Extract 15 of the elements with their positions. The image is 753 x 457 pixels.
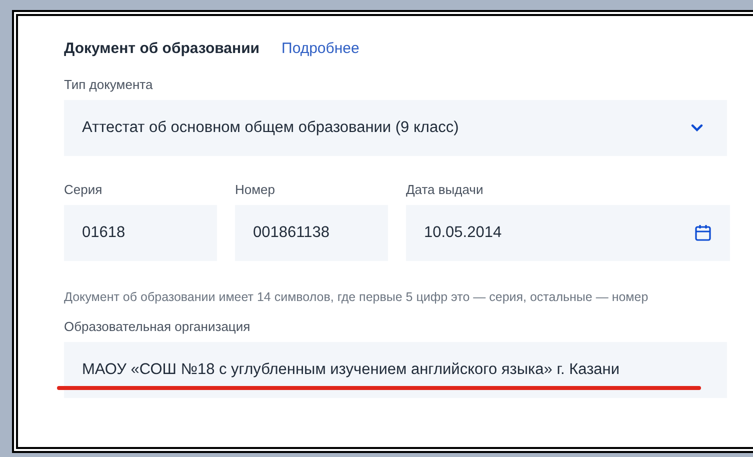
field-label: Дата выдачи xyxy=(406,182,484,197)
input-field[interactable]: 01618 xyxy=(64,205,217,261)
field-label: Серия xyxy=(64,182,104,197)
date-field[interactable]: 10.05.2014 xyxy=(406,205,730,261)
chevron-down-icon xyxy=(691,124,703,132)
field-label: Образовательная организация xyxy=(64,319,252,334)
input-field[interactable]: 001861138 xyxy=(235,205,388,261)
more-link[interactable]: Подробнее xyxy=(282,40,360,57)
hint-text: Документ об образовании имеет 14 символов, где первые 5 цифр это — серия, остальные — номер xyxy=(64,289,650,306)
section-title: Документ об образовании xyxy=(64,40,260,57)
organization-field[interactable]: МАОУ «СОШ №18 с углубленным изучением английского языка» г. Казани xyxy=(64,342,727,398)
field-label: Тип документа xyxy=(64,77,154,92)
document-type-select[interactable]: Аттестат об основном общем образовании (9 класс) xyxy=(64,100,727,156)
field-label: Номер xyxy=(235,182,276,197)
calendar-icon[interactable] xyxy=(694,224,712,242)
